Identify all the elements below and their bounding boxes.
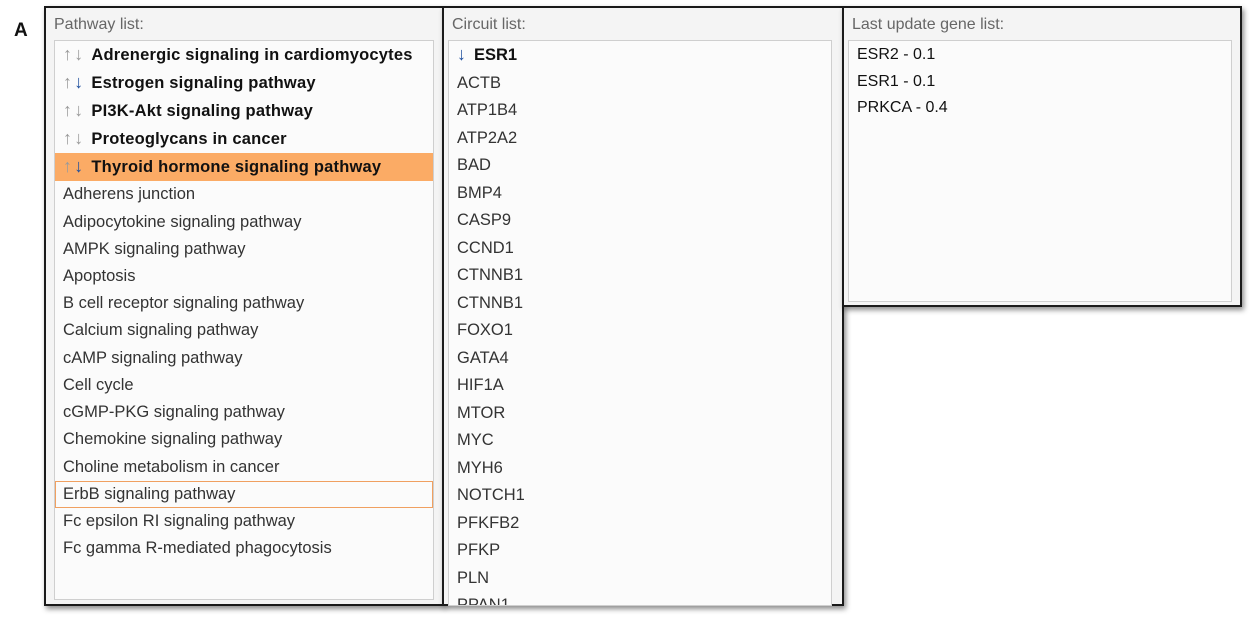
update-gene-listbox: ESR2 - 0.1 ESR1 - 0.1 PRKCA - 0.4 [848, 40, 1232, 302]
circuit-item[interactable]: MYH6 [449, 455, 831, 483]
circuit-item-highlighted[interactable]: ↓ ESR1 [449, 41, 831, 70]
circuit-item[interactable]: ATP1B4 [449, 97, 831, 125]
circuit-item[interactable]: PPAN1 [449, 592, 831, 605]
pathway-item[interactable]: Chemokine signaling pathway [55, 426, 433, 453]
pathway-item[interactable]: cAMP signaling pathway [55, 345, 433, 372]
circuit-item[interactable]: PLN [449, 565, 831, 593]
update-gene-list-title: Last update gene list: [852, 16, 1005, 33]
up-arrow-icon: ↑ [63, 99, 73, 120]
pathway-item-label: PI3K-Akt signaling pathway [91, 101, 313, 120]
pathway-list-panel: Pathway list: ↑ ↓ Adrenergic signaling in … [44, 6, 444, 606]
pathway-item-highlighted[interactable]: ↑ ↓ PI3K-Akt signaling pathway [55, 97, 433, 125]
up-arrow-icon: ↑ [63, 43, 73, 64]
pathway-item[interactable]: B cell receptor signaling pathway [55, 290, 433, 317]
circuit-item[interactable]: CTNNB1 [449, 262, 831, 290]
pathway-item-label: Thyroid hormone signaling pathway [91, 158, 382, 177]
pathway-item-highlighted[interactable]: ↑ ↓ Adrenergic signaling in cardiomyocytes [55, 41, 433, 69]
update-gene-item: ESR1 - 0.1 [857, 72, 936, 90]
pathway-item-label: Proteoglycans in cancer [91, 130, 287, 149]
circuit-item[interactable]: CCND1 [449, 235, 831, 263]
circuit-item[interactable]: FOXO1 [449, 317, 831, 345]
down-arrow-icon: ↓ [457, 44, 466, 64]
down-arrow-icon: ↓ [74, 71, 84, 92]
pathway-listbox[interactable]: ↑ ↓ Adrenergic signaling in cardiomyocytes… [54, 40, 434, 600]
pathway-item[interactable]: Cell cycle [55, 372, 433, 399]
circuit-item[interactable]: PFKFB2 [449, 510, 831, 538]
circuit-item[interactable]: MYC [449, 427, 831, 455]
pathway-item[interactable]: Adherens junction [55, 181, 433, 208]
pathway-item[interactable]: Apoptosis [55, 263, 433, 290]
down-arrow-icon: ↓ [74, 43, 84, 64]
update-gene-item: ESR2 - 0.1 [857, 46, 936, 63]
pathway-item-highlighted[interactable]: ↑ ↓ Estrogen signaling pathway [55, 69, 433, 97]
pathway-list-title: Pathway list: [54, 16, 144, 33]
update-gene-list-panel: Last update gene list: ESR2 - 0.1 ESR1 - … [842, 6, 1242, 307]
circuit-list-title: Circuit list: [452, 16, 526, 33]
down-arrow-icon: ↓ [74, 99, 84, 120]
circuit-item[interactable]: CASP9 [449, 207, 831, 235]
circuit-item[interactable]: GATA4 [449, 345, 831, 373]
figure-label-a: A [14, 20, 28, 41]
circuit-item[interactable]: ACTB [449, 70, 831, 98]
down-arrow-icon: ↓ [74, 156, 84, 177]
update-gene-item: PRKCA - 0.4 [857, 99, 948, 116]
pathway-item[interactable]: Fc gamma R-mediated phagocytosis [55, 535, 433, 562]
pathway-item[interactable]: AMPK signaling pathway [55, 236, 433, 263]
up-arrow-icon: ↑ [63, 71, 73, 92]
circuit-item[interactable]: MTOR [449, 400, 831, 428]
pathway-item[interactable]: cGMP-PKG signaling pathway [55, 399, 433, 426]
circuit-item[interactable]: NOTCH1 [449, 482, 831, 510]
pathway-item[interactable]: Adipocytokine signaling pathway [55, 209, 433, 236]
down-arrow-icon: ↓ [74, 128, 84, 149]
pathway-item-highlighted[interactable]: ↑ ↓ Proteoglycans in cancer [55, 125, 433, 153]
pathway-item-label: Estrogen signaling pathway [91, 73, 316, 92]
pathway-item[interactable]: Fc epsilon RI signaling pathway [55, 508, 433, 535]
circuit-item[interactable]: BAD [449, 152, 831, 180]
circuit-item[interactable]: PFKP [449, 537, 831, 565]
up-arrow-icon: ↑ [63, 156, 73, 177]
circuit-item[interactable]: CTNNB1 [449, 290, 831, 318]
pathway-item[interactable]: Calcium signaling pathway [55, 317, 433, 344]
circuit-item[interactable]: ATP2A2 [449, 125, 831, 153]
pathway-item-label: Adrenergic signaling in cardiomyocytes [91, 45, 413, 64]
pathway-item[interactable]: Choline metabolism in cancer [55, 454, 433, 481]
circuit-listbox[interactable]: ↓ ESR1 ACTB ATP1B4 ATP2A2 BAD BMP4 CASP9 CCND1 CT… [448, 40, 832, 606]
circuit-item[interactable]: BMP4 [449, 180, 831, 208]
circuit-item[interactable]: HIF1A [449, 372, 831, 400]
pathway-item-highlighted[interactable]: ↑ ↓ Thyroid hormone signaling pathway [55, 153, 433, 182]
pathway-item[interactable]: ErbB signaling pathway [55, 480, 433, 508]
up-arrow-icon: ↑ [63, 128, 73, 149]
circuit-list-panel: Circuit list: ↓ ESR1 ACTB ATP1B4 ATP2A2 BAD BM… [442, 6, 844, 606]
circuit-item-label: ESR1 [474, 46, 518, 64]
